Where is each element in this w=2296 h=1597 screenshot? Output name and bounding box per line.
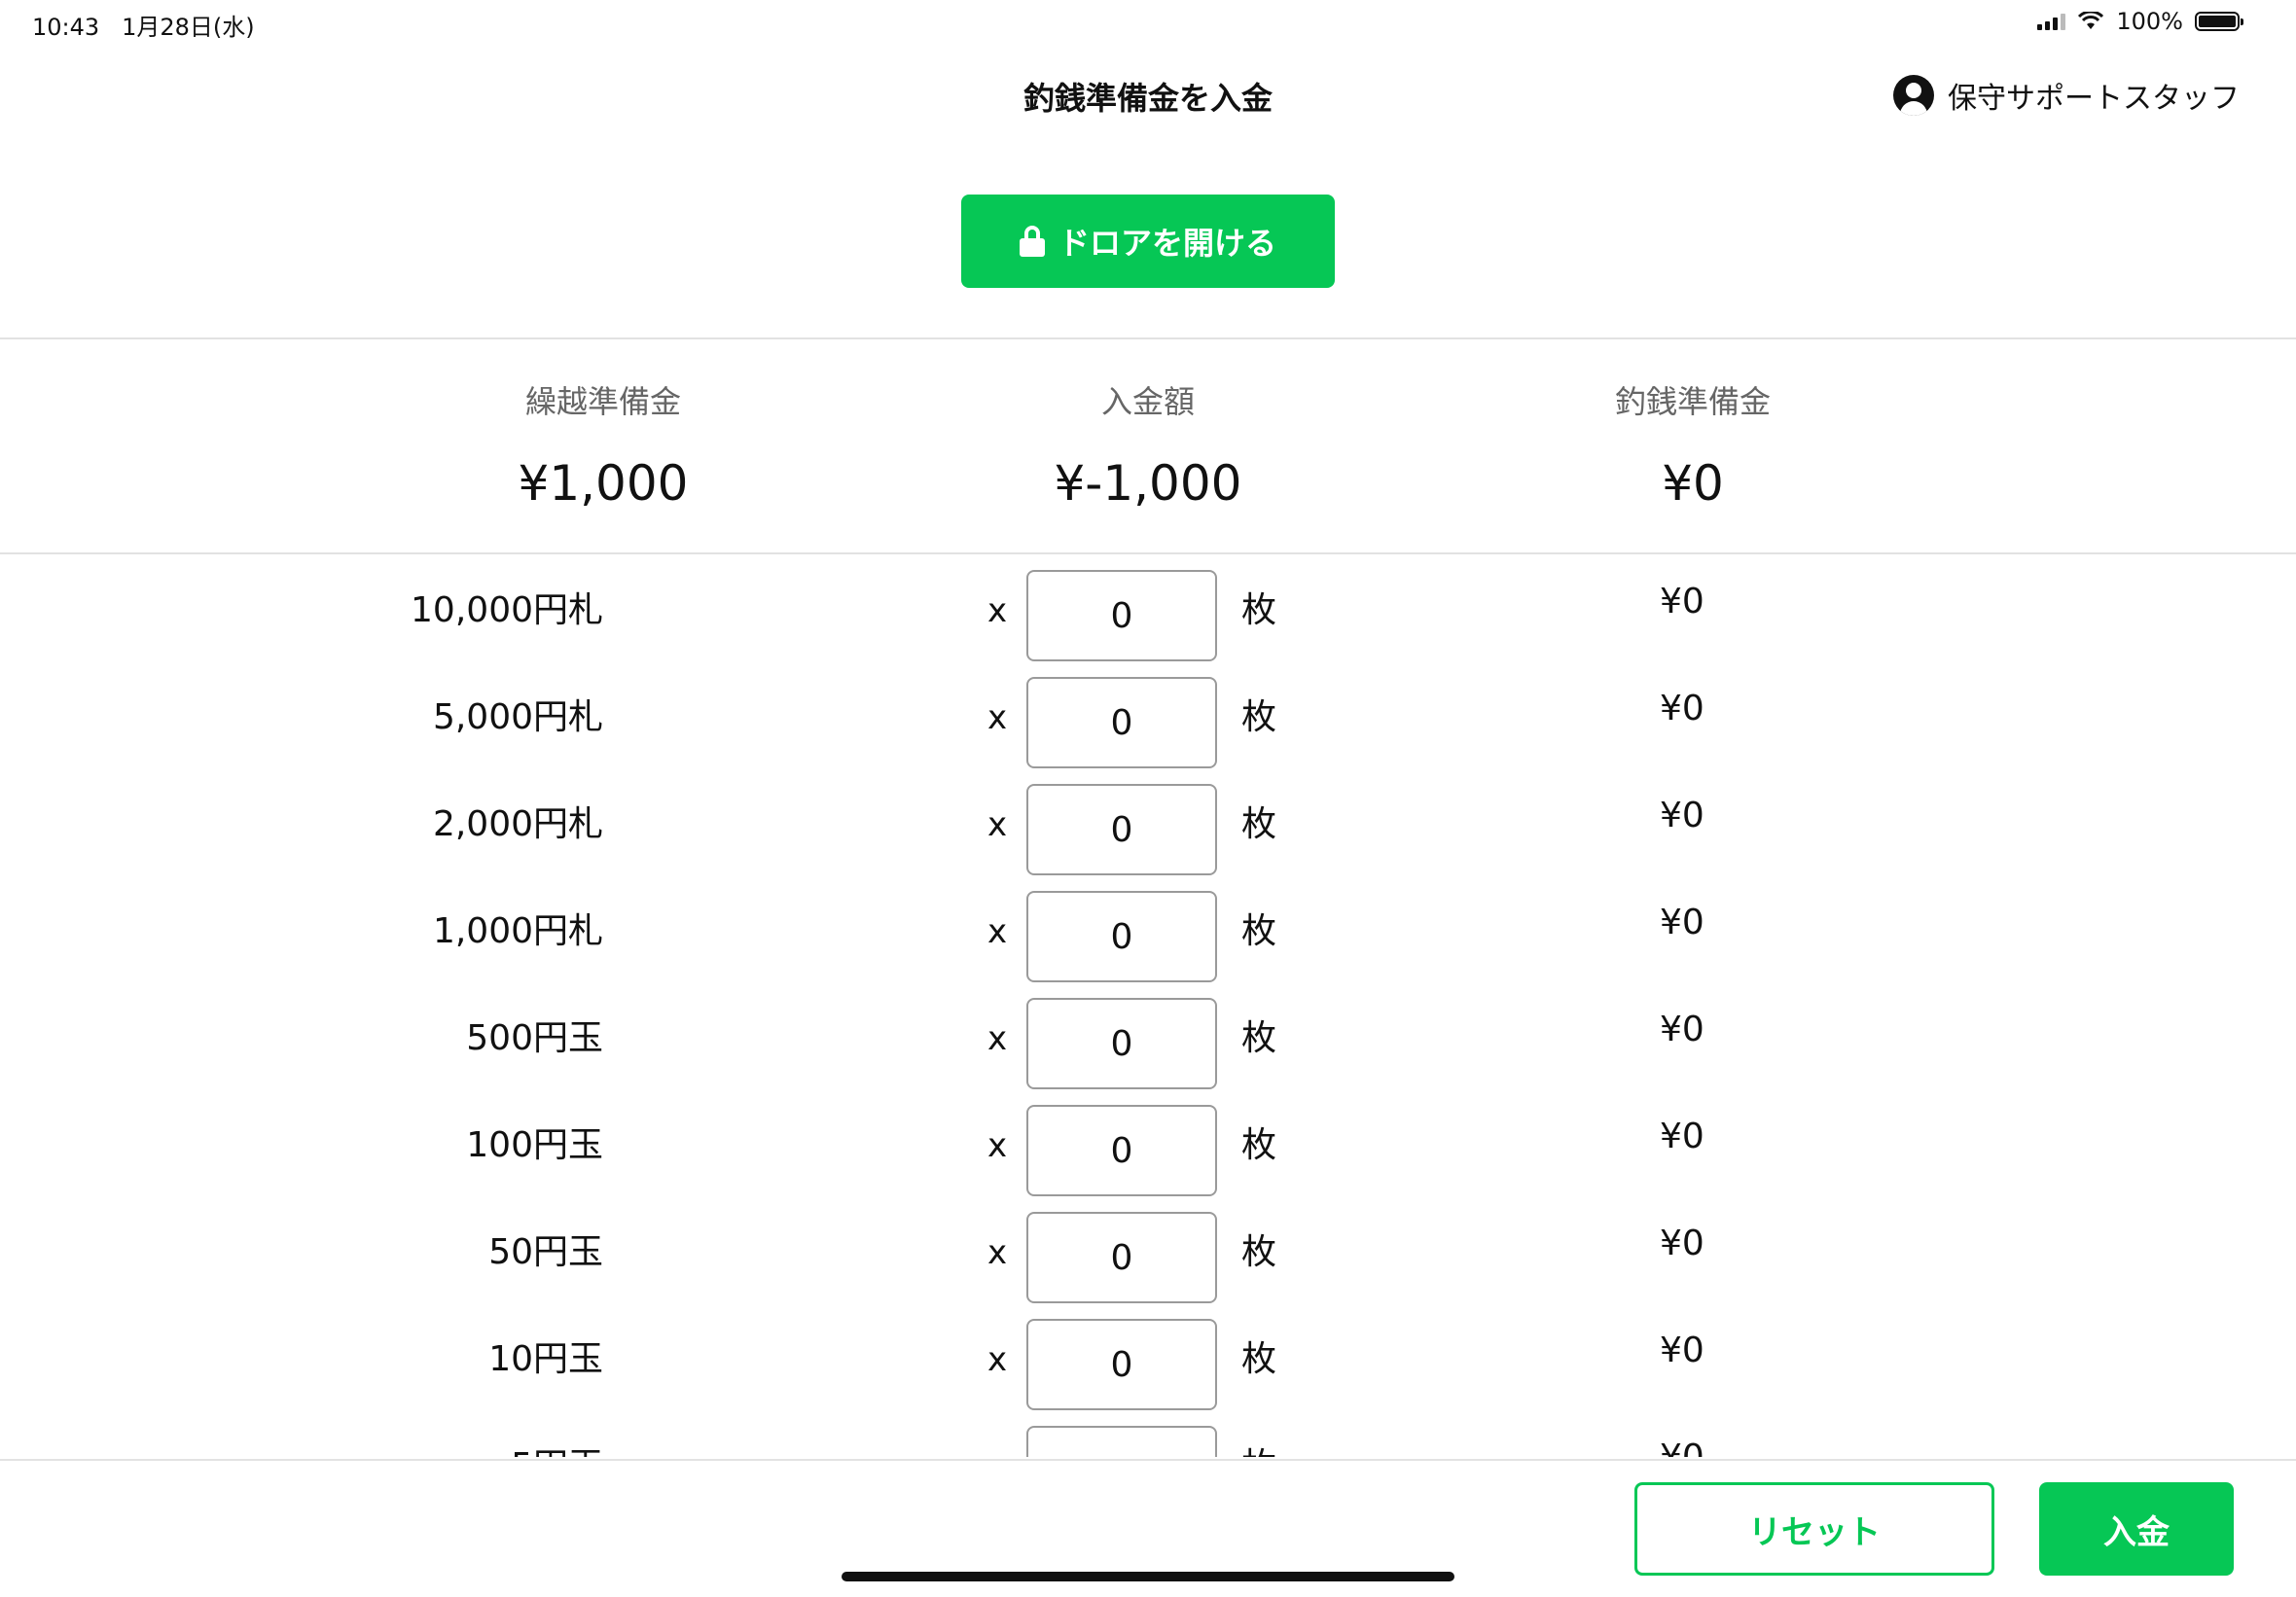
status-clock: 10:43 bbox=[32, 14, 100, 41]
denomination-label: 10円玉 bbox=[488, 1339, 603, 1379]
divider-top bbox=[0, 337, 2296, 339]
denomination-label: 1,000円札 bbox=[432, 911, 603, 951]
row-subtotal: ¥0 bbox=[1660, 796, 1704, 835]
user-name: 保守サポートスタッフ bbox=[1948, 82, 2240, 116]
denomination-label: 100円玉 bbox=[466, 1125, 603, 1165]
denomination-row: 2,000円札 x 枚 ¥0 bbox=[0, 768, 2296, 875]
quantity-input[interactable] bbox=[1026, 1426, 1217, 1457]
deposit-amount-value: ¥-1,000 bbox=[1054, 455, 1242, 512]
multiply-sign: x bbox=[987, 698, 1008, 737]
status-date: 1月28日(水) bbox=[122, 14, 255, 41]
quantity-input[interactable] bbox=[1026, 677, 1217, 768]
unit-label: 枚 bbox=[1241, 1232, 1277, 1272]
multiply-sign: x bbox=[987, 1126, 1008, 1165]
row-subtotal: ¥0 bbox=[1660, 1331, 1704, 1370]
summary-deposit: 入金額 ¥-1,000 bbox=[953, 377, 1343, 512]
denomination-row: 500円玉 x 枚 ¥0 bbox=[0, 982, 2296, 1089]
denomination-row: 5,000円札 x 枚 ¥0 bbox=[0, 661, 2296, 768]
status-time: 10:43 1月28日(水) bbox=[32, 8, 255, 42]
denomination-label: 50円玉 bbox=[488, 1232, 603, 1272]
quantity-input[interactable] bbox=[1026, 998, 1217, 1089]
summary-float: 釣銭準備金 ¥0 bbox=[1498, 377, 1887, 512]
quantity-input[interactable] bbox=[1026, 570, 1217, 661]
unit-label: 枚 bbox=[1241, 911, 1277, 951]
row-subtotal: ¥0 bbox=[1660, 1437, 1704, 1457]
denomination-row: 1,000円札 x 枚 ¥0 bbox=[0, 875, 2296, 982]
denomination-row: 100円玉 x 枚 ¥0 bbox=[0, 1089, 2296, 1196]
user-menu[interactable]: 保守サポートスタッフ bbox=[1893, 74, 2240, 117]
multiply-sign: x bbox=[987, 805, 1008, 844]
denomination-label: 5,000円札 bbox=[432, 697, 603, 737]
quantity-input[interactable] bbox=[1026, 784, 1217, 875]
lock-icon bbox=[1019, 226, 1045, 257]
battery-percent: 100% bbox=[2116, 8, 2183, 35]
battery-icon bbox=[2195, 12, 2243, 31]
open-drawer-button[interactable]: ドロアを開ける bbox=[961, 195, 1335, 288]
row-subtotal: ¥0 bbox=[1660, 1117, 1704, 1156]
cellular-signal-icon bbox=[2037, 13, 2066, 30]
home-indicator[interactable] bbox=[842, 1572, 1454, 1581]
denomination-label: 500円玉 bbox=[466, 1018, 603, 1058]
denomination-row: 10円玉 x 枚 ¥0 bbox=[0, 1303, 2296, 1410]
denomination-row: 10,000円札 x 枚 ¥0 bbox=[0, 554, 2296, 661]
bottom-action-bar: リセット 入金 bbox=[0, 1459, 2296, 1597]
unit-label: 枚 bbox=[1241, 590, 1277, 630]
unit-label: 枚 bbox=[1241, 697, 1277, 737]
multiply-sign: x bbox=[987, 1340, 1008, 1379]
quantity-input[interactable] bbox=[1026, 1319, 1217, 1410]
status-bar: 10:43 1月28日(水) 100% bbox=[0, 0, 2296, 49]
denomination-row: 50円玉 x 枚 ¥0 bbox=[0, 1196, 2296, 1303]
quantity-input[interactable] bbox=[1026, 1212, 1217, 1303]
wifi-icon bbox=[2078, 12, 2104, 29]
unit-label: 枚 bbox=[1241, 1125, 1277, 1165]
carryover-value: ¥1,000 bbox=[518, 455, 689, 512]
status-indicators: 100% bbox=[2037, 8, 2243, 35]
denomination-label: 5円玉 bbox=[511, 1437, 603, 1457]
multiply-sign: x bbox=[987, 1019, 1008, 1058]
float-value: ¥0 bbox=[1662, 455, 1724, 512]
float-label: 釣銭準備金 bbox=[1614, 383, 1771, 420]
reset-button[interactable]: リセット bbox=[1634, 1482, 1994, 1576]
multiply-sign: x bbox=[987, 912, 1008, 951]
unit-label: 枚 bbox=[1241, 804, 1277, 844]
denomination-label: 10,000円札 bbox=[411, 590, 603, 630]
quantity-input[interactable] bbox=[1026, 1105, 1217, 1196]
row-subtotal: ¥0 bbox=[1660, 1010, 1704, 1049]
summary-carryover: 繰越準備金 ¥1,000 bbox=[409, 377, 798, 512]
denomination-row: 5円玉 x 枚 ¥0 bbox=[0, 1410, 2296, 1457]
user-circle-icon bbox=[1893, 75, 1934, 116]
denomination-list[interactable]: 10,000円札 x 枚 ¥0 5,000円札 x 枚 ¥0 2,000円札 x… bbox=[0, 554, 2296, 1457]
unit-label: 枚 bbox=[1241, 1339, 1277, 1379]
carryover-label: 繰越準備金 bbox=[524, 383, 681, 420]
row-subtotal: ¥0 bbox=[1660, 1224, 1704, 1263]
multiply-sign: x bbox=[987, 591, 1008, 630]
deposit-amount-label: 入金額 bbox=[1100, 383, 1195, 420]
unit-label: 枚 bbox=[1241, 1437, 1276, 1457]
denomination-label: 2,000円札 bbox=[432, 804, 603, 844]
row-subtotal: ¥0 bbox=[1660, 582, 1704, 621]
deposit-button[interactable]: 入金 bbox=[2039, 1482, 2234, 1576]
unit-label: 枚 bbox=[1241, 1018, 1277, 1058]
row-subtotal: ¥0 bbox=[1660, 903, 1704, 942]
quantity-input[interactable] bbox=[1026, 891, 1217, 982]
multiply-sign: x bbox=[987, 1447, 1007, 1457]
row-subtotal: ¥0 bbox=[1660, 689, 1704, 728]
multiply-sign: x bbox=[987, 1233, 1008, 1272]
open-drawer-label: ドロアを開ける bbox=[1058, 225, 1276, 262]
